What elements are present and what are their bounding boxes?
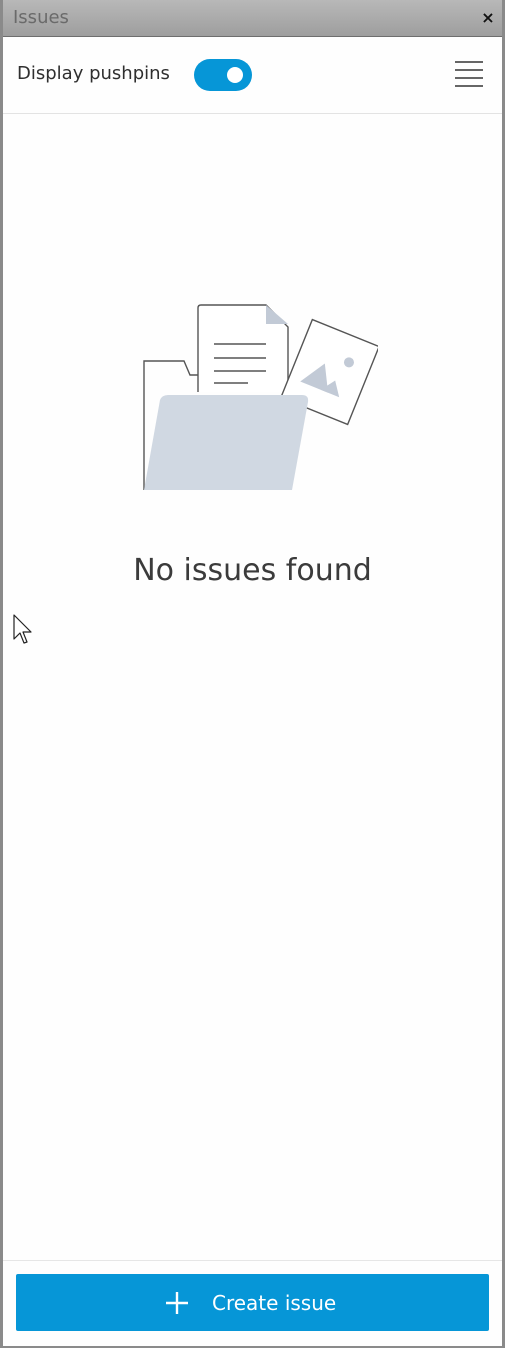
display-pushpins-label: Display pushpins [17,63,170,84]
mouse-pointer-icon [13,614,32,644]
close-button[interactable]: × [480,8,496,28]
empty-state-message: No issues found [133,553,372,588]
toolbar: Display pushpins [3,37,502,114]
display-pushpins-toggle[interactable] [194,59,252,91]
footer: Create issue [3,1260,502,1346]
toggle-knob [227,67,243,83]
plus-icon [166,1292,188,1314]
folder-documents-illustration-icon [143,304,378,490]
title-bar: Issues × [3,0,502,37]
window-title: Issues [13,7,69,28]
create-issue-label: Create issue [212,1291,337,1315]
create-issue-button[interactable]: Create issue [16,1274,489,1331]
hamburger-menu-icon[interactable] [455,59,485,89]
issues-panel: Issues × Display pushpins No issues foun… [0,0,505,1348]
